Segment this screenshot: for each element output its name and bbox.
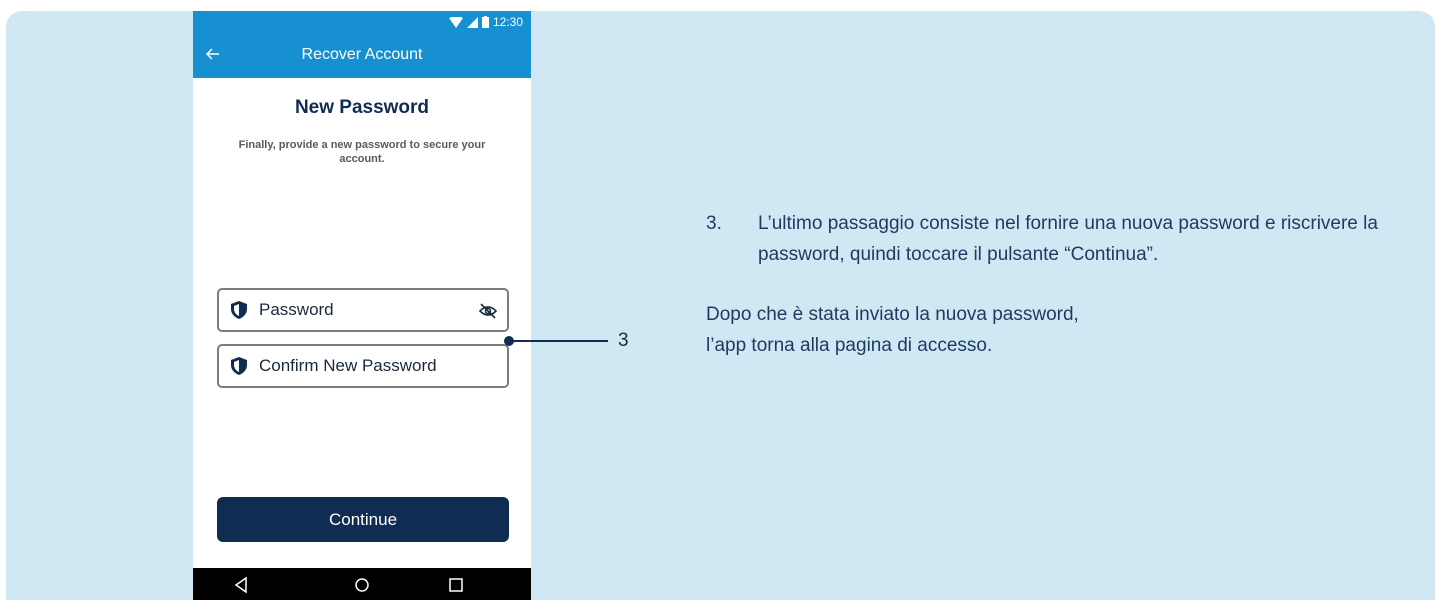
page-subtitle: Finally, provide a new password to secur… [238,139,486,165]
android-nav-bar [193,568,531,600]
password-field-label: Password [259,300,334,319]
circle-home-icon[interactable] [353,576,371,594]
confirm-password-field[interactable]: Confirm New Password [217,344,509,388]
app-bar-title: Recover Account [301,46,423,63]
battery-icon [481,16,489,28]
callout-number: 3 [618,330,629,351]
eye-off-icon[interactable] [479,302,497,320]
instruction-step: 3. L’ultimo passaggio consiste nel forni… [706,208,1426,270]
page-title: New Password [294,97,430,118]
app-bar: Recover Account [193,33,531,78]
status-bar: 12:30 [193,11,531,33]
signal-icon [466,16,478,28]
step-number: 3. [706,213,722,234]
callout-line [509,340,608,342]
instruction-note: Dopo che è stata inviato la nuova passwo… [706,299,1426,361]
step-text: L’ultimo passaggio consiste nel fornire … [758,213,1378,265]
wifi-icon [448,16,463,28]
phone-screenshot: 12:30 Recover Account New Password Final… [193,11,531,600]
confirm-password-field-label: Confirm New Password [259,356,437,375]
continue-button[interactable]: Continue [217,497,509,542]
triangle-back-icon[interactable] [232,576,250,594]
password-field[interactable]: Password [217,288,509,332]
status-time: 12:30 [492,15,523,29]
shield-icon [231,301,247,319]
note-line-1: Dopo che è stata inviato la nuova passwo… [706,304,1079,325]
shield-icon [231,357,247,375]
square-recents-icon[interactable] [447,576,465,594]
note-line-2: l’app torna alla pagina di accesso. [706,335,993,356]
